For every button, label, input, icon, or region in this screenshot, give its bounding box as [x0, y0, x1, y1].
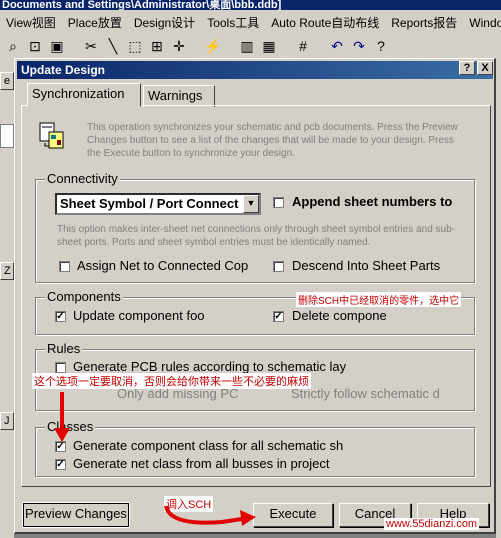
zoom-area-icon[interactable]: ⊡ [26, 37, 44, 55]
side-list[interactable] [0, 124, 14, 148]
help-caption-button[interactable]: ? [459, 61, 475, 75]
side-button-e[interactable]: e [0, 72, 14, 90]
tab-synchronization[interactable]: Synchronization [27, 83, 141, 107]
append-sheet-numbers-label: Append sheet numbers to [292, 194, 453, 209]
append-sheet-numbers-checkbox[interactable] [273, 197, 284, 208]
deselect-icon[interactable]: ⊞ [148, 37, 166, 55]
tab-warnings[interactable]: Warnings [143, 85, 215, 107]
connectivity-combo[interactable]: Sheet Symbol / Port Connect [55, 193, 261, 215]
generate-pcb-rules-checkbox[interactable] [55, 362, 66, 373]
update-component-checkbox[interactable]: ✓ [55, 311, 66, 322]
delete-component-label: Delete compone [292, 308, 387, 323]
generate-pcb-rules-label: Generate PCB rules according to schemati… [73, 359, 347, 374]
net-class-label: Generate net class from all busses in pr… [73, 456, 330, 471]
library-icon[interactable]: ▥ [238, 37, 256, 55]
browse-library-icon[interactable]: ▦ [260, 37, 278, 55]
toolbar: ⌕ ⊡ ▣ ✂ ╲ ⬚ ⊞ ✛ ⚡ ▥ ▦ # ↶ ↷ ? [0, 34, 501, 59]
chevron-down-icon[interactable]: ▼ [243, 195, 259, 213]
assign-net-checkbox[interactable] [59, 261, 70, 272]
side-button-j[interactable]: J [0, 412, 14, 430]
app-title-bar: Documents and Settings\Administrator\桌面\… [0, 0, 501, 10]
menu-place[interactable]: Place放置 [62, 10, 128, 31]
dialog-title: Update Design [17, 61, 493, 79]
rules-annotation: 这个选项一定要取消，否则会给你带来一些不必要的麻烦 [32, 373, 311, 389]
menu-auto-route[interactable]: Auto Route自动布线 [265, 10, 385, 31]
classes-label: Classes [45, 419, 96, 434]
rules-label: Rules [45, 341, 83, 356]
menu-design[interactable]: Design设计 [128, 10, 201, 31]
assign-net-label: Assign Net to Connected Cop [77, 258, 249, 273]
menu-reports[interactable]: Reports报告 [385, 10, 463, 31]
strictly-follow-label: Strictly follow schematic d [291, 386, 440, 401]
components-label: Components [45, 289, 123, 304]
descend-sheet-parts-checkbox[interactable] [273, 261, 284, 272]
zoom-icon[interactable]: ⌕ [4, 37, 22, 55]
watermark: www.55dianzi.com [384, 518, 480, 530]
menu-view[interactable]: View视图 [0, 10, 62, 31]
zoom-fit-icon[interactable]: ▣ [48, 37, 66, 55]
right-panel [496, 58, 501, 538]
delete-annotation: 删除SCH中已经取消的零件，选中它 [296, 292, 462, 307]
help-pointer-icon[interactable]: ? [372, 37, 390, 55]
connectivity-info: This option makes inter-sheet net connec… [57, 224, 455, 248]
delete-component-checkbox[interactable]: ✓ [273, 311, 284, 322]
execute-annotation: 调入SCH [164, 496, 214, 512]
select-area-icon[interactable]: ⬚ [126, 37, 144, 55]
component-class-label: Generate component class for all schemat… [73, 438, 344, 453]
menu-tools[interactable]: Tools工具 [201, 10, 265, 31]
menu-window[interactable]: Window [463, 12, 501, 30]
cut-icon[interactable]: ✂ [82, 37, 100, 55]
component-class-checkbox[interactable]: ✓ [55, 441, 66, 452]
update-component-label: Update component foo [73, 308, 205, 323]
descend-sheet-parts-label: Descend Into Sheet Parts [292, 258, 441, 273]
execute-button[interactable]: Execute [253, 503, 333, 527]
preview-changes-button[interactable]: Preview Changes [22, 502, 130, 528]
wire-icon[interactable]: ╲ [104, 37, 122, 55]
net-class-checkbox[interactable]: ✓ [55, 459, 66, 470]
menu-bar: View视图 Place放置 Design设计 Tools工具 Auto Route自动… [0, 10, 501, 34]
intro-text: This operation synchronizes your schemat… [87, 122, 458, 159]
undo-icon[interactable]: ↶ [328, 37, 346, 55]
connectivity-label: Connectivity [45, 171, 120, 186]
grid-icon[interactable]: # [294, 37, 312, 55]
redo-icon[interactable]: ↷ [350, 37, 368, 55]
wand-icon[interactable]: ⚡ [204, 37, 222, 55]
sync-document-icon [37, 121, 67, 151]
side-button-z[interactable]: Z [0, 262, 14, 280]
close-button[interactable]: X [477, 61, 493, 75]
move-icon[interactable]: ✛ [170, 37, 188, 55]
